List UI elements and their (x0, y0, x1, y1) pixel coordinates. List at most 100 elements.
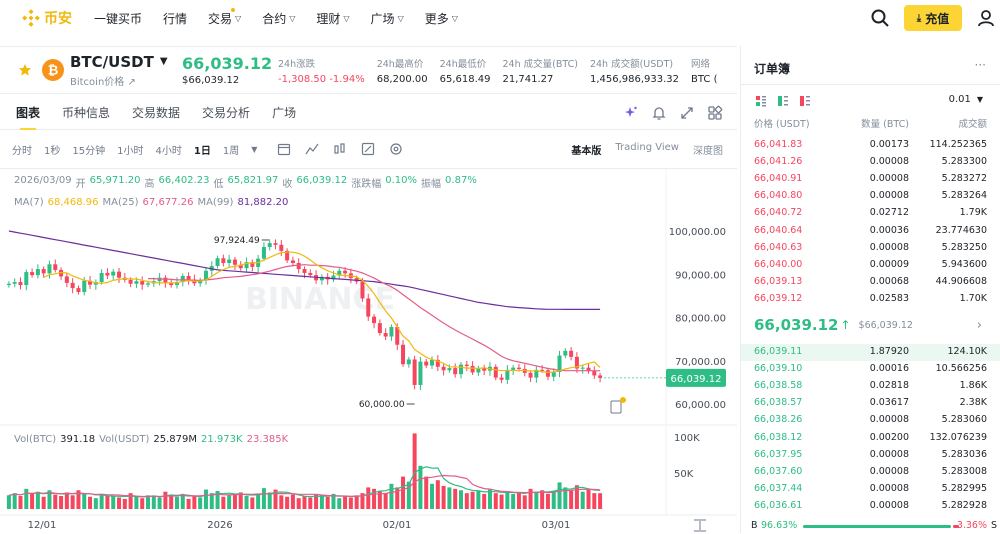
orderbook-bids-icon[interactable] (777, 95, 789, 107)
candle-body (343, 270, 348, 274)
chart-type-icon[interactable] (333, 142, 347, 156)
volume-bar (511, 493, 516, 509)
orderbook-both-icon[interactable] (755, 95, 767, 107)
symbol-selector[interactable]: BTC/USDT ▼ Bitcoin价格 ↗ (70, 53, 176, 88)
candle-body (470, 365, 475, 373)
volume-bar (134, 496, 139, 509)
nav-item-square[interactable]: 广场 ▽ (371, 10, 404, 27)
nav-item-more[interactable]: 更多 ▽ (425, 10, 458, 27)
caret-down-icon: ▼ (976, 95, 983, 104)
view-tradingview[interactable]: Trading View (615, 142, 679, 157)
nav-item-buy-crypto[interactable]: 一键买币 (94, 10, 142, 27)
candle-body (76, 288, 81, 292)
ohlc-open: 65,971.20 (89, 175, 141, 186)
interval-time[interactable]: 分时 (12, 142, 32, 157)
stat-network[interactable]: 网络 BTC ( (691, 56, 717, 85)
ask-row[interactable]: 66,040.80 0.00008 5.283264 (741, 188, 1000, 205)
candlestick-chart[interactable]: BINANCE 100,000.00 90,000.00 80,000.00 70,00… (0, 168, 737, 533)
candle-body (430, 359, 435, 366)
logo[interactable]: 币安 (22, 8, 72, 28)
ask-row[interactable]: 66,041.26 0.00008 5.283300 (741, 154, 1000, 171)
candle-body (47, 264, 52, 274)
bid-row[interactable]: 66,038.58 0.02818 1.86K (741, 378, 1000, 395)
nav-item-trade[interactable]: 交易 ▽ (208, 7, 241, 27)
orderbook-mid-price[interactable]: 66,039.12 ↑ $66,039.12 (754, 316, 913, 334)
candle-body (540, 369, 545, 371)
bid-row[interactable]: 66,037.95 0.00008 5.283036 (741, 447, 1000, 464)
interval-15m[interactable]: 15分钟 (72, 142, 105, 157)
volume-bar (343, 496, 348, 509)
indicator-icon[interactable] (305, 142, 319, 156)
volume-bar (244, 496, 249, 509)
bid-row[interactable]: 66,039.10 0.00016 10.566256 (741, 361, 1000, 378)
nav-item-markets[interactable]: 行情 (163, 10, 187, 27)
note-icon (610, 400, 622, 414)
ask-row[interactable]: 66,039.12 0.02583 1.70K (741, 291, 1000, 308)
caret-down-icon: ▼ (159, 56, 168, 67)
vol-ma1-value: 21.973K (201, 434, 243, 445)
total-cell: 5.283008 (941, 465, 987, 477)
bell-icon[interactable] (651, 105, 667, 121)
volume-bar (169, 494, 174, 509)
ask-row[interactable]: 66,039.13 0.00068 44.906608 (741, 274, 1000, 291)
bid-row[interactable]: 66,037.44 0.00008 5.282995 (741, 481, 1000, 498)
ask-row[interactable]: 66,040.72 0.02712 1.79K (741, 205, 1000, 222)
view-basic[interactable]: 基本版 (571, 142, 601, 157)
ask-row[interactable]: 66,040.91 0.00008 5.283272 (741, 171, 1000, 188)
volume-bar (592, 493, 597, 509)
settings-icon[interactable] (389, 142, 403, 156)
stat-24h-high: 24h最高价 68,200.00 (377, 56, 428, 85)
symbol-subtitle[interactable]: Bitcoin价格 (70, 77, 124, 88)
tab-trading-data[interactable]: 交易数据 (132, 96, 180, 130)
view-depth[interactable]: 深度图 (693, 142, 723, 157)
ask-row[interactable]: 66,040.00 0.00009 5.943600 (741, 257, 1000, 274)
orderbook-panel: 订单簿 ··· 0.01 ▼ 价格 (USDT) 数量 (BTC) 成交额 66,… (740, 46, 1000, 533)
ask-row[interactable]: 66,040.63 0.00008 5.283250 (741, 240, 1000, 257)
more-options-icon[interactable]: ··· (975, 58, 986, 72)
deposit-button[interactable]: ⤓ 充值 (904, 5, 962, 31)
nav-item-earn[interactable]: 理财 ▽ (316, 10, 349, 27)
vol-usdt-label: Vol(USDT) (99, 434, 150, 445)
tick-size-select[interactable]: 0.01 ▼ (949, 94, 983, 105)
chart-canvas[interactable]: BINANCE 100,000.00 90,000.00 80,000.00 70,00… (0, 169, 737, 534)
total-cell: 5.282995 (941, 482, 987, 494)
candle-body (389, 327, 394, 337)
last-price-value: 66,039.12 (182, 54, 273, 73)
layout-grid-icon[interactable] (707, 105, 723, 121)
tab-coin-info[interactable]: 币种信息 (62, 96, 110, 130)
tab-square[interactable]: 广场 (272, 96, 296, 130)
interval-4h[interactable]: 4小时 (155, 142, 181, 157)
candle-body (24, 272, 29, 286)
current-price-label: 66,039.12 (671, 374, 722, 385)
stat-label: 网络 (691, 58, 711, 70)
bid-row[interactable]: 66,037.60 0.00008 5.283008 (741, 464, 1000, 481)
ai-sparkle-icon[interactable] (623, 105, 639, 121)
nav-item-label: 理财 (316, 11, 341, 26)
favorite-star-icon[interactable] (18, 63, 32, 77)
ask-row[interactable]: 66,041.83 0.00173 114.252365 (741, 137, 1000, 154)
orderbook-asks-icon[interactable] (799, 95, 811, 107)
total-cell: 1.86K (959, 380, 987, 392)
bid-row[interactable]: 66,038.57 0.03617 2.38K (741, 395, 1000, 412)
interval-1s[interactable]: 1秒 (44, 142, 60, 157)
interval-1h[interactable]: 1小时 (117, 142, 143, 157)
user-icon[interactable] (976, 8, 996, 28)
bid-row[interactable]: 66,038.12 0.00200 132.076239 (741, 430, 1000, 447)
draw-tools-icon[interactable] (361, 142, 375, 156)
bid-row[interactable]: 66,038.26 0.00008 5.283060 (741, 412, 1000, 429)
bid-row[interactable]: 66,039.11 1.87920 124.10K (741, 344, 1000, 361)
amount-cell: 0.00036 (869, 224, 909, 236)
ask-row[interactable]: 66,040.64 0.00036 23.774630 (741, 223, 1000, 240)
interval-1w[interactable]: 1周 (223, 142, 239, 157)
bid-row[interactable]: 66,036.61 0.00008 5.282928 (741, 498, 1000, 515)
nav-item-futures[interactable]: 合约 ▽ (262, 10, 295, 27)
amount-cell: 0.02818 (869, 380, 909, 392)
interval-1d[interactable]: 1日 (194, 142, 211, 157)
fullscreen-icon[interactable] (679, 105, 695, 121)
calendar-icon[interactable] (277, 142, 291, 156)
chevron-right-icon[interactable]: › (977, 318, 982, 333)
tab-trading-analysis[interactable]: 交易分析 (202, 96, 250, 130)
search-icon[interactable] (870, 8, 890, 28)
tab-chart[interactable]: 图表 (16, 96, 40, 130)
interval-dropdown-icon[interactable]: ▼ (251, 145, 257, 154)
